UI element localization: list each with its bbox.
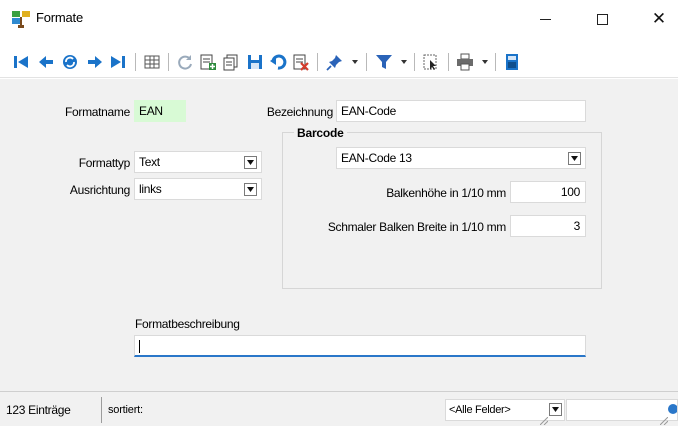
window-title: Formate <box>36 10 84 25</box>
resize-grip-icon <box>539 414 549 426</box>
print-icon <box>457 53 473 71</box>
copy-record-icon <box>223 54 238 71</box>
balkenhoehe-label: Balkenhöhe in 1/10 mm <box>386 186 506 200</box>
new-record-icon <box>200 54 216 70</box>
formattyp-dropdown-button[interactable] <box>244 156 257 169</box>
maximize-icon <box>596 13 608 25</box>
select-cursor-button[interactable] <box>422 53 440 71</box>
select-cursor-icon <box>423 54 437 70</box>
toolbar-separator <box>366 53 367 71</box>
formattyp-select[interactable]: Text <box>134 151 262 173</box>
pin-dropdown-arrow[interactable] <box>351 58 359 66</box>
maximize-button[interactable] <box>587 6 617 32</box>
barcode-type-value: EAN-Code 13 <box>341 151 412 165</box>
previous-record-icon <box>39 56 53 68</box>
bezeichnung-label: Bezeichnung <box>266 105 333 119</box>
delete-button[interactable] <box>292 53 310 71</box>
minimize-button[interactable] <box>530 6 560 32</box>
first-record-button[interactable] <box>12 53 30 71</box>
chevron-down-icon <box>247 187 254 192</box>
formatbeschreibung-field[interactable] <box>134 335 586 357</box>
form-panel: Formatname EAN Bezeichnung EAN-Code Form… <box>0 79 678 391</box>
filter-button[interactable] <box>375 53 393 71</box>
sync-icon <box>63 55 77 69</box>
toolbar-separator <box>168 53 169 71</box>
toolbar <box>0 38 678 78</box>
title-bar: Formate ✕ <box>0 0 678 38</box>
undo-icon <box>270 54 287 70</box>
refresh-icon <box>178 55 192 70</box>
barcode-group-title: Barcode <box>294 126 347 140</box>
next-record-button[interactable] <box>86 53 104 71</box>
chevron-down-icon <box>401 60 407 64</box>
formatbeschreibung-label: Formatbeschreibung <box>135 317 240 331</box>
app-formate-icon <box>12 11 30 28</box>
status-separator <box>101 397 102 423</box>
toolbar-separator <box>135 53 136 71</box>
delete-icon <box>293 54 309 71</box>
toolbar-separator <box>317 53 318 71</box>
new-record-button[interactable] <box>199 53 217 71</box>
formattyp-value: Text <box>139 155 160 169</box>
ausrichtung-label: Ausrichtung <box>69 183 130 197</box>
last-record-icon <box>111 56 125 68</box>
status-bar: 123 Einträge sortiert: <Alle Felder> <box>0 391 678 426</box>
bezeichnung-field[interactable]: EAN-Code <box>336 100 586 122</box>
table-view-icon <box>144 55 160 69</box>
barcode-type-dropdown-button[interactable] <box>568 152 581 165</box>
save-button[interactable] <box>246 53 264 71</box>
pin-button[interactable] <box>326 53 344 71</box>
schmaler-balken-field[interactable]: 3 <box>510 215 586 237</box>
sync-button[interactable] <box>61 53 79 71</box>
last-record-button[interactable] <box>109 53 127 71</box>
toolbar-separator <box>495 53 496 71</box>
first-record-icon <box>14 56 28 68</box>
print-dropdown-arrow[interactable] <box>481 58 489 66</box>
sort-status: sortiert: <box>108 404 143 416</box>
ausrichtung-select[interactable]: links <box>134 178 262 200</box>
formatname-field[interactable]: EAN <box>134 100 186 122</box>
calculator-button[interactable] <box>503 53 521 71</box>
resize-grip-icon <box>659 414 669 426</box>
formatname-label: Formatname <box>64 105 130 119</box>
chevron-down-icon <box>552 407 559 412</box>
record-count: 123 Einträge <box>6 403 71 417</box>
chevron-down-icon <box>247 160 254 165</box>
print-button[interactable] <box>456 53 474 71</box>
close-icon: ✕ <box>651 9 667 28</box>
chevron-down-icon <box>571 156 578 161</box>
ausrichtung-dropdown-button[interactable] <box>244 183 257 196</box>
refresh-button[interactable] <box>176 53 194 71</box>
filter-dropdown-arrow[interactable] <box>400 58 408 66</box>
previous-record-button[interactable] <box>37 53 55 71</box>
filter-icon <box>376 55 392 69</box>
formattyp-label: Formattyp <box>78 156 131 170</box>
next-record-icon <box>88 56 102 68</box>
balkenhoehe-field[interactable]: 100 <box>510 181 586 203</box>
schmaler-balken-label: Schmaler Balken Breite in 1/10 mm <box>327 220 506 234</box>
close-button[interactable]: ✕ <box>644 6 674 32</box>
pin-icon <box>326 55 342 71</box>
text-caret <box>139 340 140 353</box>
table-view-button[interactable] <box>143 53 161 71</box>
barcode-type-select[interactable]: EAN-Code 13 <box>336 147 586 169</box>
ausrichtung-value: links <box>139 182 162 196</box>
toolbar-separator <box>448 53 449 71</box>
toolbar-separator <box>414 53 415 71</box>
chevron-down-icon <box>482 60 488 64</box>
field-filter-value: <Alle Felder> <box>449 404 511 416</box>
chevron-down-icon <box>352 60 358 64</box>
copy-record-button[interactable] <box>222 53 240 71</box>
field-filter-dropdown-button[interactable] <box>549 403 562 416</box>
calculator-icon <box>506 54 518 70</box>
minimize-icon <box>539 18 551 20</box>
save-icon <box>248 55 262 69</box>
undo-button[interactable] <box>269 53 287 71</box>
